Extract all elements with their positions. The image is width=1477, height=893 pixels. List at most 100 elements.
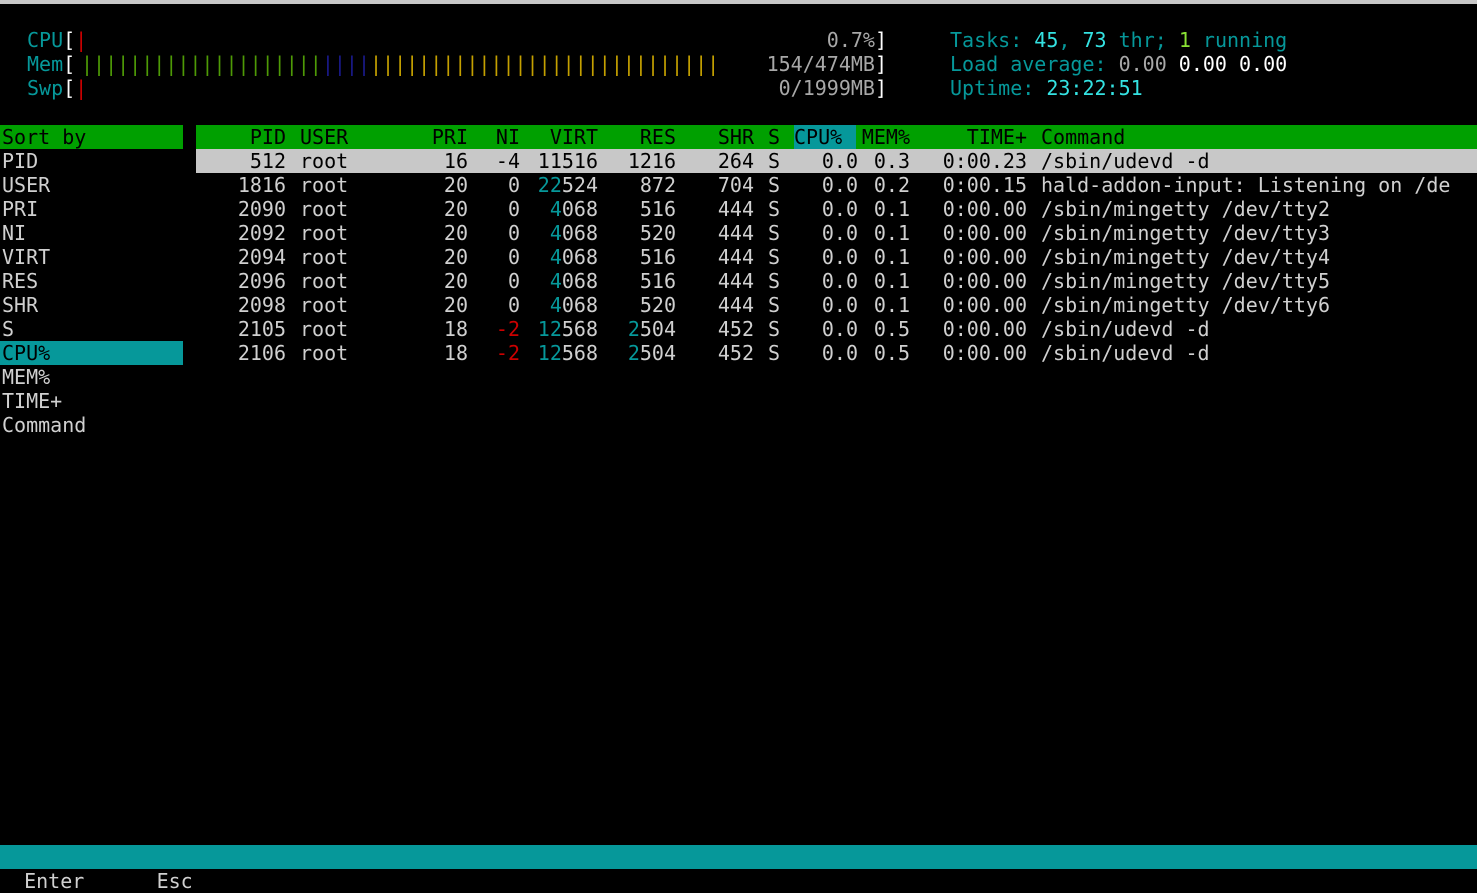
res-cell: 516 [639, 269, 676, 293]
swp-meter-bar: | [75, 76, 88, 100]
process-table: PID USER PRI NI VIRT RES SHR S CPU% MEM%… [196, 125, 1477, 365]
process-row[interactable]: 2096 root 20 0 4068 516 444 S 0.0 0.1 0:00.00/sbin… [196, 269, 1477, 293]
mem-meter-bars: ||||||||||||||||||||||||||||||||||||||||… [81, 52, 720, 76]
command-cell: /sbin/mingetty /dev/tty2 [1041, 197, 1330, 221]
swp-meter-value: 0/1999MB [778, 76, 875, 100]
virt-cell: 12568 [537, 317, 598, 341]
virt-cell: 12568 [537, 341, 598, 365]
pid-cell: 2096 [237, 269, 286, 293]
res-cell: 516 [639, 197, 676, 221]
sort-option-pri[interactable]: PRI [0, 197, 183, 221]
sort-option-shr[interactable]: SHR [0, 293, 183, 317]
process-row[interactable]: 2098 root 20 0 4068 520 444 S 0.0 0.1 0:00.00/sbin… [196, 293, 1477, 317]
pri-cell: 20 [443, 293, 468, 317]
res-cell: 872 [639, 173, 676, 197]
process-row[interactable]: 2092 root 20 0 4068 520 444 S 0.0 0.1 0:00.00/sbin… [196, 221, 1477, 245]
shr-cell: 444 [717, 269, 754, 293]
shr-cell: 452 [717, 341, 754, 365]
sort-option-user[interactable]: USER [0, 173, 183, 197]
esc-key-label: Esc [156, 869, 193, 893]
uptime-value: 23:22:51 [1046, 76, 1143, 100]
ni-cell: 0 [507, 197, 520, 221]
col-cpu[interactable]: CPU% [794, 125, 856, 149]
col-res[interactable]: RES [602, 125, 676, 149]
load-5: 0.00 [1178, 52, 1227, 76]
ni-cell: 0 [507, 293, 520, 317]
cpu-cell: 0.0 [821, 245, 858, 269]
command-cell: /sbin/udevd -d [1041, 149, 1210, 173]
command-cell: /sbin/udevd -d [1041, 341, 1210, 365]
table-header: PID USER PRI NI VIRT RES SHR S CPU% MEM%… [196, 125, 1477, 149]
ni-cell: -2 [495, 317, 520, 341]
function-bar: EnterSort EscCancel [0, 845, 1477, 893]
cpu-meter-bar: | [75, 28, 88, 52]
col-virt[interactable]: VIRT [522, 125, 598, 149]
col-s[interactable]: S [768, 125, 780, 149]
col-time[interactable]: TIME+ [920, 125, 1027, 149]
mem-cell: 0.1 [873, 245, 910, 269]
user-cell: root [300, 149, 349, 173]
process-row[interactable]: 2090 root 20 0 4068 516 444 S 0.0 0.1 0:00.00/sbin… [196, 197, 1477, 221]
col-mem[interactable]: MEM% [858, 125, 910, 149]
shr-cell: 444 [717, 245, 754, 269]
swp-meter-label: Swp [27, 76, 64, 100]
threads-count: 73 [1082, 28, 1107, 52]
sort-option-virt[interactable]: VIRT [0, 245, 183, 269]
virt-cell: 22524 [537, 173, 598, 197]
user-cell: root [300, 317, 349, 341]
sort-by-panel: Sort by PID USER PRI NI VIRT RES SHR S CPU% MEM% T… [0, 125, 183, 437]
ni-cell: 0 [507, 221, 520, 245]
shr-cell: 704 [717, 173, 754, 197]
sort-option-command[interactable]: Command [0, 413, 183, 437]
process-row[interactable]: 2106 root 18 -2 12568 2504 452 S 0.0 0.5 0:00.00/s… [196, 341, 1477, 365]
cpu-cell: 0.0 [821, 293, 858, 317]
col-shr[interactable]: SHR [682, 125, 754, 149]
window-top-border [0, 0, 1477, 4]
cpu-meter-value: 0.7% [826, 28, 875, 52]
col-ni[interactable]: NI [480, 125, 520, 149]
pri-cell: 20 [443, 269, 468, 293]
command-cell: /sbin/mingetty /dev/tty3 [1041, 221, 1330, 245]
cpu-meter: CPU[| 0.7%] [27, 28, 887, 52]
cpu-cell: 0.0 [821, 317, 858, 341]
pid-cell: 2094 [237, 245, 286, 269]
mem-cell: 0.5 [873, 341, 910, 365]
state-cell: S [768, 221, 781, 245]
process-row[interactable]: 1816 root 20 0 22524 872 704 S 0.0 0.2 0:00.15 hald… [196, 173, 1477, 197]
sort-option-mem[interactable]: MEM% [0, 365, 183, 389]
pri-cell: 20 [443, 245, 468, 269]
col-pri[interactable]: PRI [410, 125, 468, 149]
mem-meter-value: 154/474MB [766, 52, 875, 76]
time-cell: 0:00.00 [942, 293, 1027, 317]
res-cell: 2504 [627, 317, 676, 341]
mem-cell: 0.5 [873, 317, 910, 341]
col-user[interactable]: USER [300, 125, 348, 149]
user-cell: root [300, 221, 349, 245]
mem-cell: 0.2 [873, 173, 910, 197]
pid-cell: 2106 [237, 341, 286, 365]
sort-option-ni[interactable]: NI [0, 221, 183, 245]
sort-option-pid[interactable]: PID [0, 149, 183, 173]
state-cell: S [768, 149, 781, 173]
cpu-cell: 0.0 [821, 173, 858, 197]
sort-action-button[interactable]: Sort [84, 869, 156, 893]
process-row[interactable]: 2105 root 18 -2 12568 2504 452 S 0.0 0.5 0:00.00/s… [196, 317, 1477, 341]
sort-option-s[interactable]: S [0, 317, 183, 341]
time-cell: 0:00.00 [942, 221, 1027, 245]
sort-option-time[interactable]: TIME+ [0, 389, 183, 413]
state-cell: S [768, 197, 781, 221]
col-command[interactable]: Command [1041, 125, 1125, 149]
res-cell: 516 [639, 245, 676, 269]
pri-cell: 20 [443, 221, 468, 245]
sort-option-res[interactable]: RES [0, 269, 183, 293]
col-pid[interactable]: PID [196, 125, 286, 149]
load-average: Load average: 0.00 0.00 0.00 [950, 52, 1288, 76]
pri-cell: 20 [443, 173, 468, 197]
sort-by-header: Sort by [0, 125, 183, 149]
state-cell: S [768, 173, 781, 197]
cancel-action-button[interactable]: Cancel [193, 869, 265, 893]
process-row[interactable]: 512 root 16 -4 11516 1216 264 S 0.0 0.3 0:00.23/sb… [196, 149, 1477, 173]
process-row[interactable]: 2094 root 20 0 4068 516 444 S 0.0 0.1 0:00.00/sbin… [196, 245, 1477, 269]
sort-option-cpu[interactable]: CPU% [0, 341, 183, 365]
mem-meter-label: Mem [27, 52, 64, 76]
